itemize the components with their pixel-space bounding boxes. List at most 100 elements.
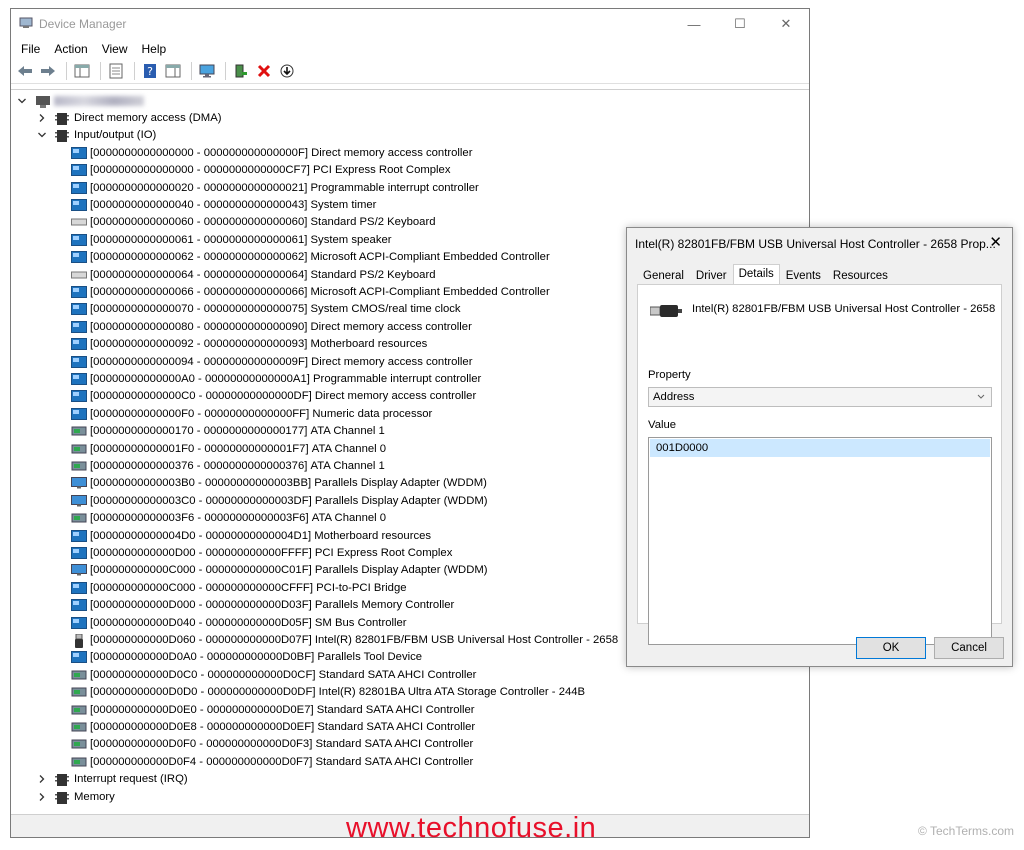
io-range: [0000000000000170 - 0000000000000177] (90, 425, 308, 438)
dialog-close-button[interactable]: ✕ (989, 233, 1002, 251)
tree-item[interactable]: [0000000000000020 - 0000000000000021] Pr… (71, 179, 479, 196)
device-label: Parallels Tool Device (317, 651, 423, 664)
tree-category[interactable]: Direct memory access (DMA) (37, 109, 222, 126)
display-device-icon (71, 494, 87, 507)
tree-item[interactable]: [0000000000000062 - 0000000000000062] Mi… (71, 249, 550, 266)
show-hide-console-tree-button[interactable] (72, 61, 92, 81)
tree-item[interactable]: [0000000000000066 - 0000000000000066] Mi… (71, 283, 550, 300)
tree-item[interactable]: [00000000000000C0 - 00000000000000DF] Di… (71, 388, 476, 405)
menu-action[interactable]: Action (54, 42, 87, 56)
category-label: Input/output (IO) (74, 129, 157, 142)
io-range: [000000000000D0F4 - 000000000000D0F7] (90, 755, 313, 768)
tree-item[interactable]: [000000000000D0D0 - 000000000000D0DF] In… (71, 684, 585, 701)
usb-plug-icon (650, 305, 682, 317)
tree-item[interactable]: [00000000000001F0 - 00000000000001F7] AT… (71, 440, 386, 457)
properties-sheet-icon (109, 63, 123, 79)
tree-item[interactable]: [0000000000000376 - 0000000000000376] AT… (71, 457, 385, 474)
menu-help[interactable]: Help (142, 42, 167, 56)
tree-item[interactable]: [0000000000000080 - 0000000000000090] Di… (71, 318, 472, 335)
tab-general[interactable]: General (637, 266, 690, 286)
menu-file[interactable]: File (21, 42, 40, 56)
tree-category[interactable]: Interrupt request (IRQ) (37, 771, 188, 788)
tab-resources[interactable]: Resources (827, 266, 894, 286)
uninstall-device-button[interactable] (254, 61, 274, 81)
chevron-down-icon[interactable] (37, 130, 47, 140)
tree-item[interactable]: [00000000000003F6 - 00000000000003F6] AT… (71, 510, 386, 527)
tree-item[interactable]: [000000000000D0A0 - 000000000000D0BF] Pa… (71, 649, 422, 666)
tree-item[interactable]: [0000000000000061 - 0000000000000061] Sy… (71, 231, 392, 248)
io-range: [0000000000000000 - 000000000000000F] (90, 146, 308, 159)
io-range: [00000000000004D0 - 00000000000004D1] (90, 529, 312, 542)
tree-item[interactable]: [0000000000000070 - 0000000000000075] Sy… (71, 301, 461, 318)
tree-item[interactable]: [0000000000000094 - 000000000000009F] Di… (71, 353, 472, 370)
back-button[interactable] (15, 61, 35, 81)
storage-device-icon (71, 512, 87, 524)
toolbar: ? (11, 59, 809, 84)
tree-item[interactable]: [000000000000C000 - 000000000000C01F] Pa… (71, 562, 488, 579)
chevron-right-icon[interactable] (37, 113, 47, 123)
tree-item[interactable]: [000000000000D000 - 000000000000D03F] Pa… (71, 597, 454, 614)
details-panel: Intel(R) 82801FB/FBM USB Universal Host … (637, 284, 1002, 645)
property-label: Property (648, 369, 691, 381)
tree-item[interactable]: [000000000000D0E8 - 000000000000D0EF] St… (71, 718, 475, 735)
disable-device-button[interactable] (277, 61, 297, 81)
system-device-icon (71, 529, 87, 542)
tab-details[interactable]: Details (732, 264, 780, 286)
chevron-down-icon[interactable] (17, 96, 27, 106)
tab-driver[interactable]: Driver (690, 266, 733, 286)
tree-item[interactable]: [000000000000D0F0 - 000000000000D0F3] St… (71, 736, 473, 753)
tree-category[interactable]: Memory (37, 788, 115, 805)
tree-item[interactable]: [000000000000D0F4 - 000000000000D0F7] St… (71, 753, 473, 770)
system-device-icon (71, 581, 87, 594)
tree-root[interactable] (17, 92, 144, 109)
close-button[interactable]: ✕ (763, 9, 809, 39)
tree-item[interactable]: [0000000000000064 - 0000000000000064] St… (71, 266, 436, 283)
io-range: [0000000000000080 - 0000000000000090] (90, 320, 308, 333)
scan-hardware-button[interactable] (197, 61, 217, 81)
tree-item[interactable]: [000000000000D040 - 000000000000D05F] SM… (71, 614, 407, 631)
tab-events[interactable]: Events (780, 266, 827, 286)
tree-item[interactable]: [0000000000000000 - 000000000000000F] Di… (71, 144, 472, 161)
tree-item[interactable]: [00000000000003C0 - 00000000000003DF] Pa… (71, 492, 488, 509)
tree-item[interactable]: [0000000000000060 - 0000000000000060] St… (71, 214, 436, 231)
red-x-icon (257, 64, 271, 78)
tree-item[interactable]: [000000000000D0E0 - 000000000000D0E7] St… (71, 701, 475, 718)
tree-item[interactable]: [000000000000C000 - 000000000000CFFF] PC… (71, 579, 407, 596)
io-range: [000000000000D060 - 000000000000D07F] (90, 633, 312, 646)
help-button[interactable]: ? (140, 61, 160, 81)
tree-item[interactable]: [000000000000D060 - 000000000000D07F] In… (71, 631, 618, 648)
tree-item[interactable]: [00000000000000A0 - 00000000000000A1] Pr… (71, 370, 481, 387)
update-driver-button[interactable] (231, 61, 251, 81)
minimize-button[interactable]: — (671, 9, 717, 39)
tree-item[interactable]: [000000000000D0C0 - 000000000000D0CF] St… (71, 666, 476, 683)
tree-category[interactable]: Input/output (IO) (37, 127, 156, 144)
io-range: [0000000000000064 - 0000000000000064] (90, 268, 308, 281)
device-label: ATA Channel 0 (311, 512, 387, 525)
tree-item[interactable]: [0000000000000040 - 0000000000000043] Sy… (71, 196, 376, 213)
display-device-icon (71, 564, 87, 576)
system-device-icon (71, 407, 87, 420)
tree-item[interactable]: [00000000000000F0 - 00000000000000FF] Nu… (71, 405, 432, 422)
title-bar: Device Manager — ☐ ✕ (11, 9, 809, 39)
menu-bar: File Action View Help (11, 39, 809, 59)
tree-item[interactable]: [0000000000000D00 - 000000000000FFFF] PC… (71, 544, 452, 561)
value-list[interactable]: 001D0000 (648, 437, 992, 645)
cancel-button[interactable]: Cancel (934, 637, 1004, 659)
properties-button[interactable] (106, 61, 126, 81)
forward-button[interactable] (38, 61, 58, 81)
action-pane-button[interactable] (163, 61, 183, 81)
io-range: [0000000000000066 - 0000000000000066] (90, 285, 308, 298)
chevron-right-icon[interactable] (37, 774, 47, 784)
chevron-right-icon[interactable] (37, 792, 47, 802)
tree-item[interactable]: [0000000000000170 - 0000000000000177] AT… (71, 423, 385, 440)
menu-view[interactable]: View (102, 42, 128, 56)
io-range: [0000000000000094 - 000000000000009F] (90, 355, 308, 368)
value-list-item[interactable]: 001D0000 (650, 439, 990, 457)
tree-item[interactable]: [0000000000000092 - 0000000000000093] Mo… (71, 336, 427, 353)
tree-item[interactable]: [00000000000004D0 - 00000000000004D1] Mo… (71, 527, 431, 544)
ok-button[interactable]: OK (856, 637, 926, 659)
tree-item[interactable]: [0000000000000000 - 0000000000000CF7] PC… (71, 162, 451, 179)
tree-item[interactable]: [00000000000003B0 - 00000000000003BB] Pa… (71, 475, 487, 492)
property-dropdown[interactable]: Address (648, 387, 992, 407)
maximize-button[interactable]: ☐ (717, 9, 763, 39)
